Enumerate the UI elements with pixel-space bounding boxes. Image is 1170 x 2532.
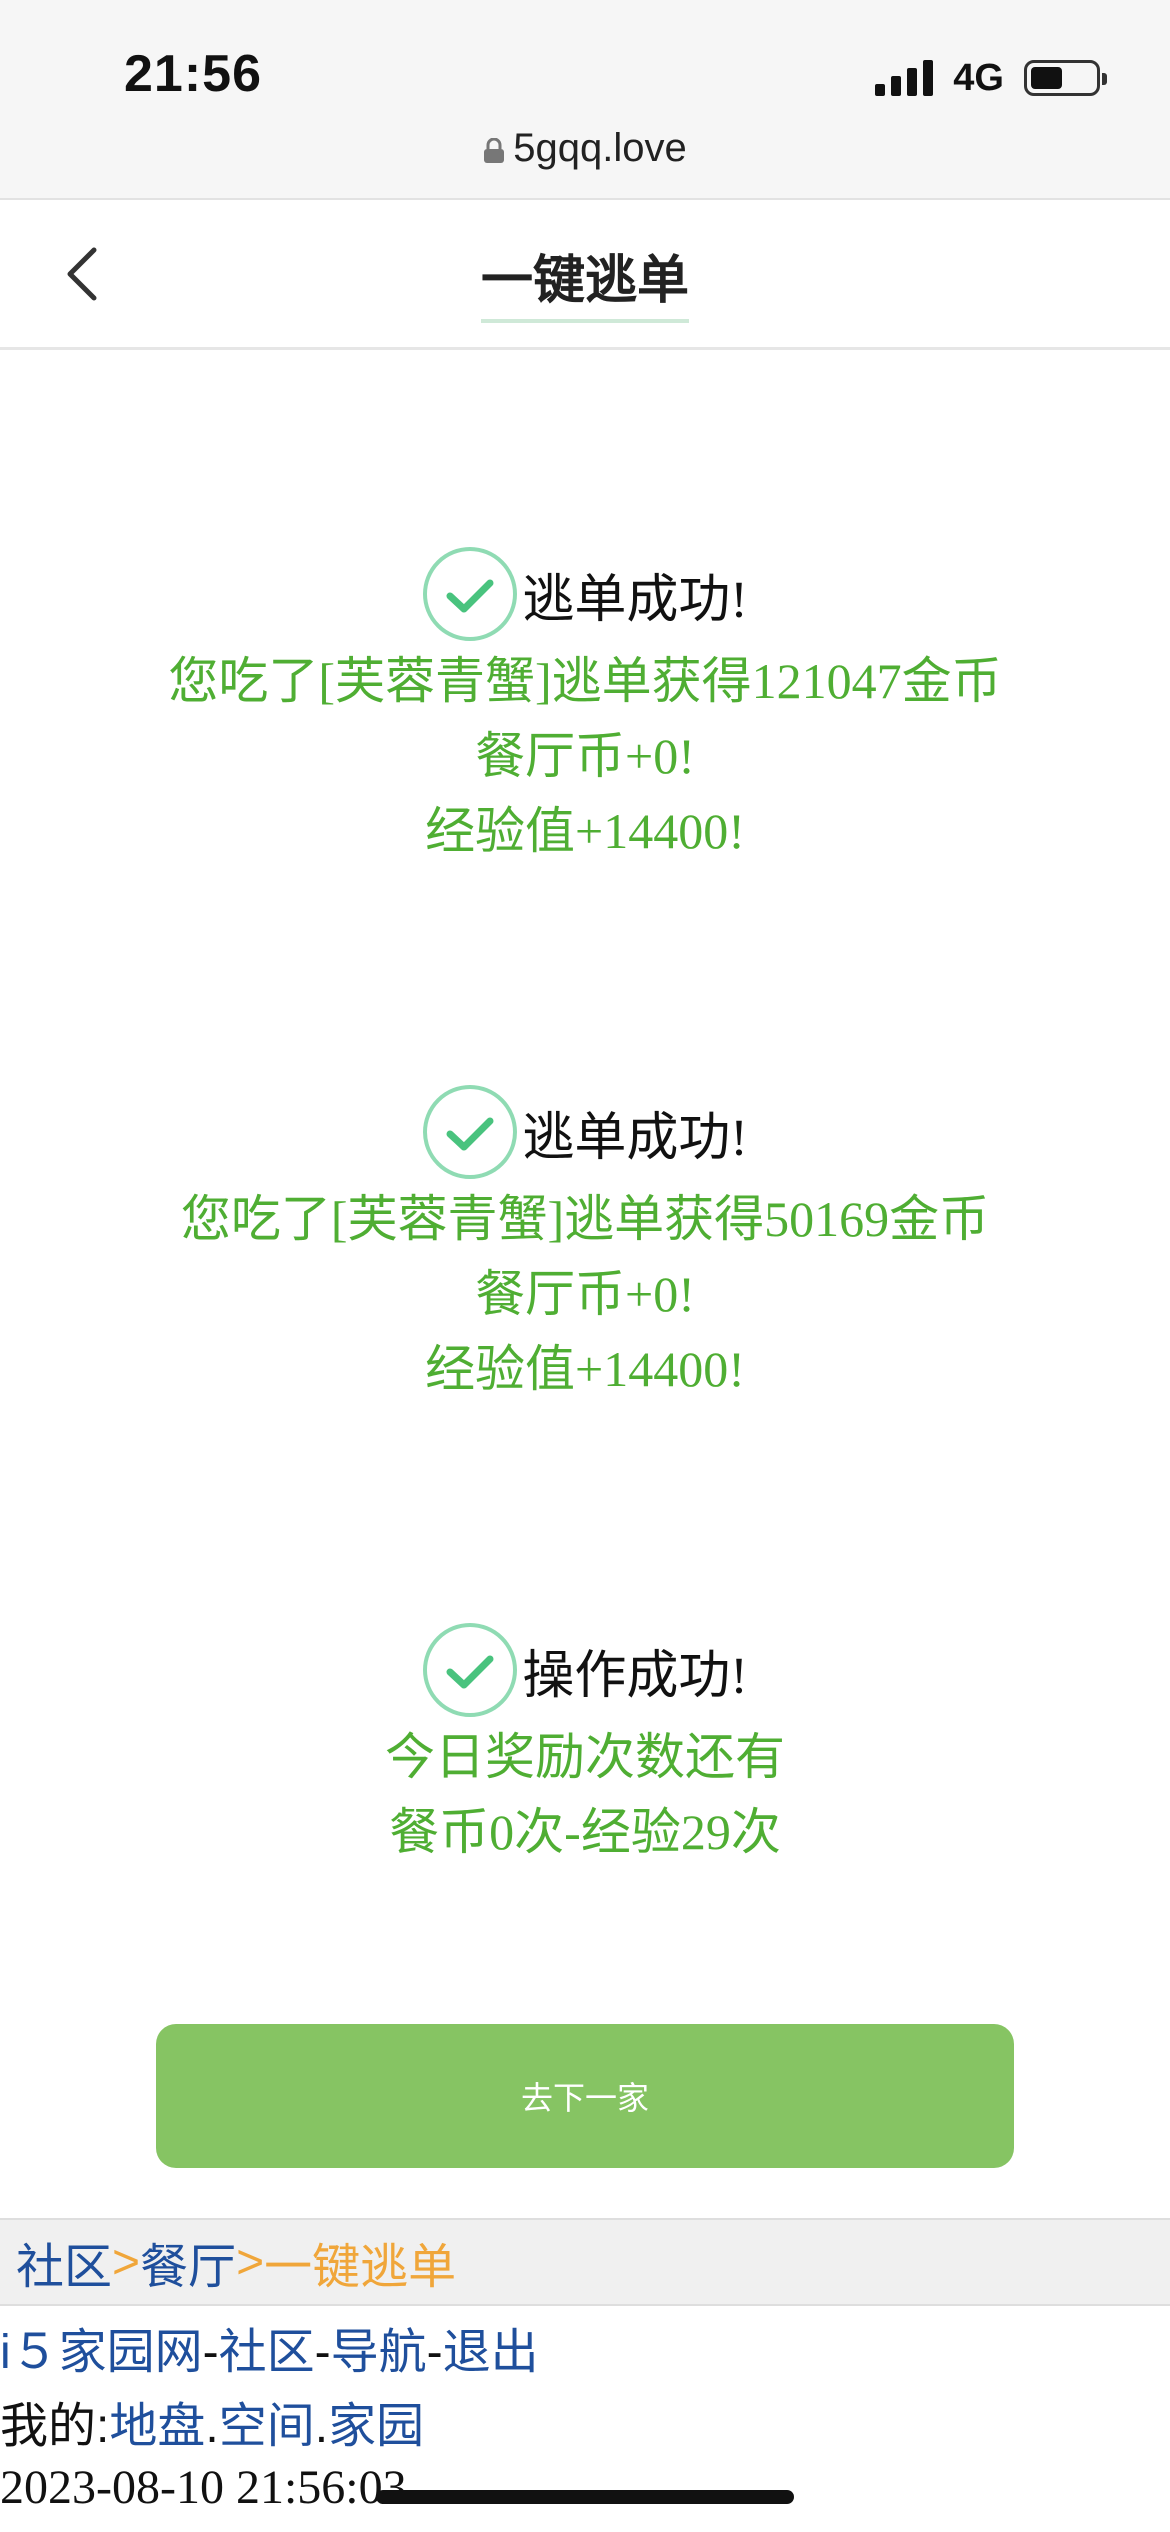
footer-nav: i５家园网-社区-导航-退出 (0, 2326, 539, 2379)
mine-link-territory[interactable]: 地盘 (109, 2400, 205, 2453)
address-bar[interactable]: 5gqq.love (0, 126, 1170, 171)
next-restaurant-button[interactable]: 去下一家 (156, 2024, 1014, 2168)
lock-icon (484, 138, 505, 163)
result-line: 经验值+14400! (425, 1341, 745, 1397)
result-heading: 逃单成功! (522, 571, 748, 629)
breadcrumb: 社区 > 餐厅 > 一键逃单 (0, 2218, 1170, 2306)
result-block-1: 逃单成功! 您吃了[芙蓉青蟹]逃单获得121047金币 餐厅币+0! 经验值+1… (0, 544, 1170, 869)
result-block-2: 逃单成功! 您吃了[芙蓉青蟹]逃单获得50169金币 餐厅币+0! 经验值+14… (0, 1082, 1170, 1407)
breadcrumb-item-restaurant[interactable]: 餐厅 (140, 2227, 236, 2297)
result-line: 经验值+14400! (425, 803, 745, 859)
network-type: 4G (953, 56, 1004, 99)
footer-site-link[interactable]: i５家园网 (0, 2326, 203, 2379)
url-text: 5gqq.love (513, 126, 687, 170)
result-line: 今日奖励次数还有 (385, 1729, 785, 1785)
result-block-3: 操作成功! 今日奖励次数还有 餐币0次-经验29次 (0, 1620, 1170, 1870)
footer-mine: 我的:地盘.空间.家园 (0, 2400, 425, 2453)
breadcrumb-separator: > (112, 2235, 141, 2289)
battery-icon (1024, 60, 1107, 96)
result-line: 您吃了[芙蓉青蟹]逃单获得121047金币 (168, 653, 1002, 709)
status-bar: 21:56 4G 5gqq.love (0, 0, 1170, 200)
mine-link-space[interactable]: 空间 (219, 2400, 315, 2453)
result-line: 餐厅币+0! (475, 728, 695, 784)
breadcrumb-item-current: 一键逃单 (264, 2241, 457, 2294)
result-line: 您吃了[芙蓉青蟹]逃单获得50169金币 (180, 1191, 990, 1247)
result-heading: 逃单成功! (522, 1109, 748, 1167)
cellular-signal-icon (875, 60, 934, 96)
mine-link-home[interactable]: 家园 (328, 2400, 424, 2453)
home-indicator[interactable] (376, 2490, 794, 2504)
status-time: 21:56 (124, 45, 262, 103)
check-circle-icon (423, 1623, 518, 1717)
mine-label: 我的: (0, 2400, 110, 2453)
footer-link-community[interactable]: 社区 (219, 2326, 315, 2379)
footer-link-logout[interactable]: 退出 (443, 2326, 539, 2379)
check-circle-icon (423, 1085, 518, 1179)
page-title: 一键逃单 (0, 238, 1170, 323)
breadcrumb-item-community[interactable]: 社区 (16, 2227, 112, 2297)
result-line: 餐币0次-经验29次 (389, 1804, 781, 1860)
footer-link-nav[interactable]: 导航 (331, 2326, 427, 2379)
result-heading: 操作成功! (522, 1647, 748, 1705)
breadcrumb-separator: > (236, 2235, 265, 2289)
page-header: 一键逃单 (0, 202, 1170, 350)
status-indicators: 4G (875, 56, 1107, 100)
check-circle-icon (423, 547, 518, 641)
result-line: 餐厅币+0! (475, 1266, 695, 1322)
footer-datetime: 2023-08-10 21:56:03 (0, 2461, 407, 2514)
